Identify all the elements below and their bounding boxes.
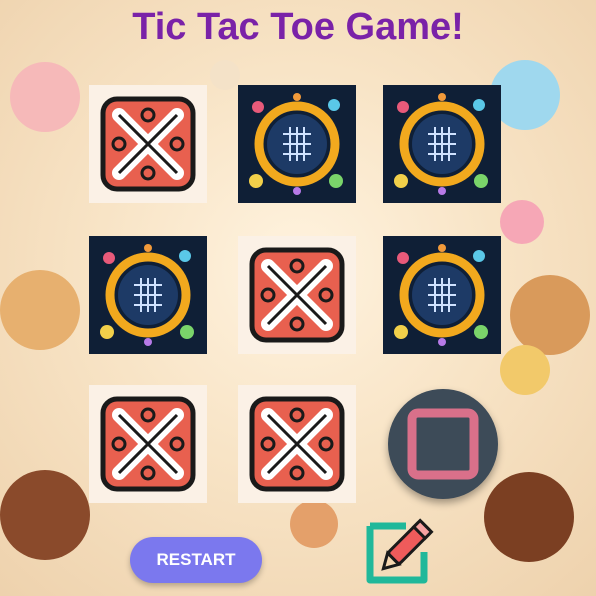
board-cell-r3-c2[interactable] xyxy=(238,385,356,503)
board-cell-r2-c1[interactable] xyxy=(89,236,207,354)
board-cell-r2-c3[interactable] xyxy=(383,236,501,354)
x-mark-icon xyxy=(100,96,196,192)
board-cell-r1-c2[interactable] xyxy=(238,85,356,203)
page-title: Tic Tac Toe Game! xyxy=(132,6,464,48)
edit-button[interactable] xyxy=(362,512,438,588)
board-cell-r1-c3[interactable] xyxy=(383,85,501,203)
candy-decoration xyxy=(500,200,544,244)
x-mark-icon xyxy=(249,396,345,492)
o-board-icon xyxy=(394,93,488,195)
board-cell-r1-c1[interactable] xyxy=(89,85,207,203)
x-mark-icon xyxy=(100,396,196,492)
candy-decoration xyxy=(0,270,80,350)
square-icon xyxy=(407,408,479,480)
candy-decoration xyxy=(0,470,90,560)
board-cell-r3-c1[interactable] xyxy=(89,385,207,503)
candy-decoration xyxy=(210,60,240,90)
candy-decoration xyxy=(10,62,80,132)
o-board-icon xyxy=(394,244,488,346)
restart-button[interactable]: RESTART xyxy=(130,537,262,583)
next-shape-indicator xyxy=(388,389,498,499)
candy-decoration xyxy=(290,500,338,548)
board-cell-r2-c2[interactable] xyxy=(238,236,356,354)
x-mark-icon xyxy=(249,247,345,343)
candy-decoration xyxy=(510,275,590,355)
candy-decoration xyxy=(500,345,550,395)
o-board-icon xyxy=(249,93,343,195)
o-board-icon xyxy=(100,244,194,346)
pencil-edit-icon xyxy=(366,518,434,584)
